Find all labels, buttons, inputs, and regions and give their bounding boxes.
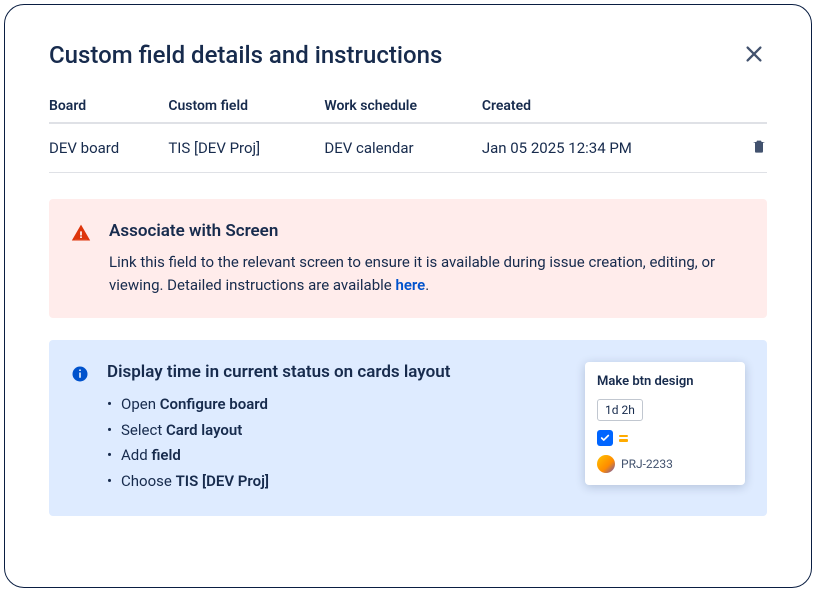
instructions-link[interactable]: here [395,276,425,294]
info-step-4: Choose TIS [DEV Proj] [121,469,575,495]
delete-button[interactable] [751,140,767,158]
warning-body: Link this field to the relevant screen t… [109,251,745,296]
avatar [597,455,615,473]
info-step-1: Open Configure board [121,392,575,418]
card-preview: Make btn design 1d 2h PRJ-2233 [585,362,745,485]
card-duration-badge: 1d 2h [597,399,643,421]
checkbox-icon [597,430,613,446]
modal-dialog: Custom field details and instructions Bo… [4,4,812,588]
trash-icon [751,138,767,154]
close-button[interactable] [741,41,767,70]
cell-work-schedule: DEV calendar [324,123,481,173]
info-icon [71,365,89,383]
card-title: Make btn design [597,374,733,389]
card-icons [597,430,733,446]
cell-board: DEV board [49,123,168,173]
col-custom-field: Custom field [168,98,324,123]
warning-title: Associate with Screen [109,221,745,241]
col-created: Created [482,98,737,123]
warning-icon [71,223,91,243]
priority-icon [619,435,628,442]
col-work-schedule: Work schedule [324,98,481,123]
warning-content: Associate with Screen Link this field to… [109,221,745,296]
details-table: Board Custom field Work schedule Created… [49,98,767,173]
cell-created: Jan 05 2025 12:34 PM [482,123,737,173]
modal-header: Custom field details and instructions [49,41,767,70]
info-title: Display time in current status on cards … [107,362,575,382]
table-row: DEV board TIS [DEV Proj] DEV calendar Ja… [49,123,767,173]
warning-panel: Associate with Screen Link this field to… [49,199,767,318]
issue-key: PRJ-2233 [621,457,673,471]
close-icon [743,43,765,65]
cell-custom-field: TIS [DEV Proj] [168,123,324,173]
info-step-3: Add field [121,443,575,469]
info-step-2: Select Card layout [121,418,575,444]
info-panel: Display time in current status on cards … [49,340,767,516]
card-footer: PRJ-2233 [597,455,733,473]
info-steps: Open Configure board Select Card layout … [107,392,575,494]
col-board: Board [49,98,168,123]
modal-title: Custom field details and instructions [49,41,442,69]
